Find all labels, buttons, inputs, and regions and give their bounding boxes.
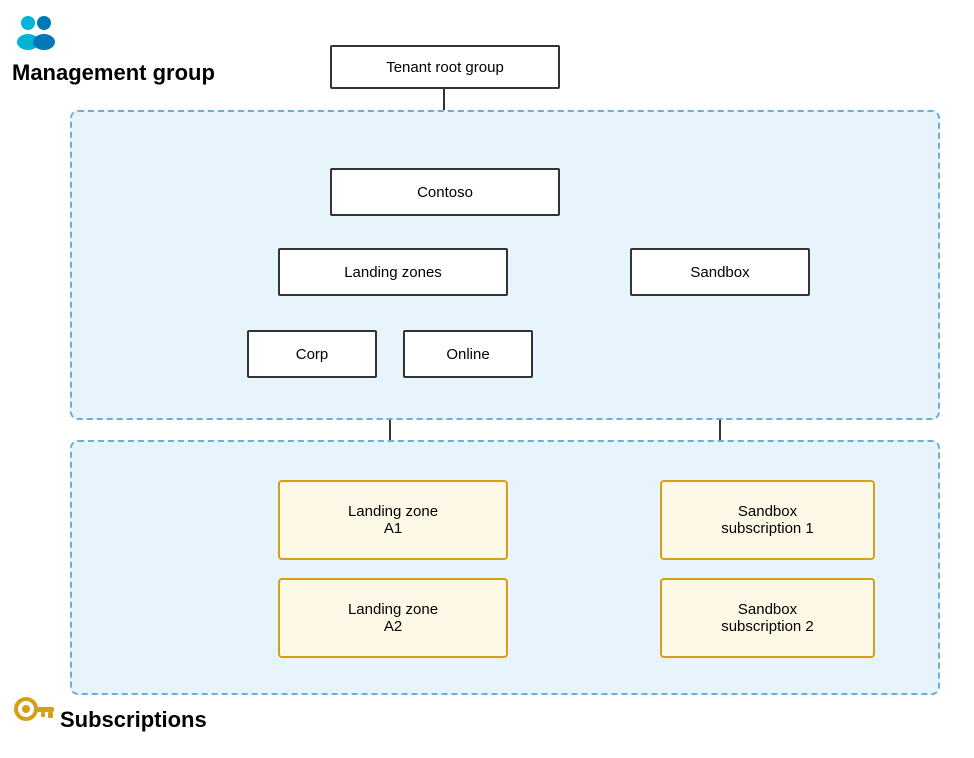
sandbox-node: Sandbox [630,248,810,296]
tenant-root-node: Tenant root group [330,45,560,89]
landing-zone-a1-node: Landing zone A1 [278,480,508,560]
management-group-label: Management group [12,60,215,86]
sandbox-sub1-node: Sandbox subscription 1 [660,480,875,560]
landing-zone-a2-node: Landing zone A2 [278,578,508,658]
online-node: Online [403,330,533,378]
diagram-container: Management group Tenant root group Conto… [0,0,974,758]
contoso-node: Contoso [330,168,560,216]
key-icon [12,687,56,736]
corp-node: Corp [247,330,377,378]
landing-zones-node: Landing zones [278,248,508,296]
people-icon [12,12,60,59]
sandbox-sub2-node: Sandbox subscription 2 [660,578,875,658]
subscriptions-label: Subscriptions [60,707,207,733]
